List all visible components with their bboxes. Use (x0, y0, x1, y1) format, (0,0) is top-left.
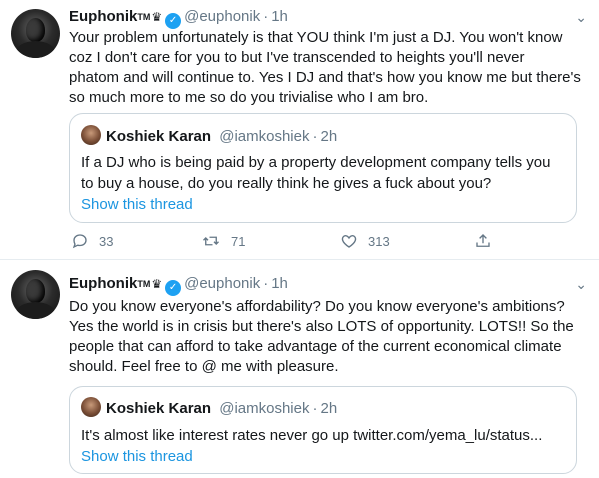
tweet-text-line: phatom and will continue to. Yes I DJ an… (69, 69, 581, 86)
quoted-tweet-text: It's almost like interest rates never go… (81, 425, 542, 446)
tweet-text-line: should. Feel free to @ me with pleasure. (69, 358, 339, 375)
retweet-count: 71 (231, 234, 246, 249)
tweet-text-line: Yes the world is in crisis but there's a… (69, 318, 574, 335)
reply-count: 33 (99, 234, 114, 249)
show-thread-link[interactable]: Show this thread (81, 196, 193, 213)
timestamp[interactable]: 1h (271, 275, 288, 292)
tweet-actions: 33 71 313 (69, 232, 577, 252)
avatar[interactable] (11, 270, 60, 319)
reply-icon (72, 234, 87, 249)
quoted-author-name: Koshiek Karan (106, 400, 212, 417)
avatar[interactable] (11, 9, 60, 58)
heart-icon (341, 235, 357, 248)
tweet-text: Do you know everyone's affordability? Do… (69, 297, 587, 377)
trademark-mark: TM (137, 279, 151, 289)
quoted-tweet[interactable]: Koshiek Karan @iamkoshiek · 2h If a DJ who… (69, 113, 577, 223)
crown-icon: ♛ (151, 10, 163, 24)
separator-dot: · (263, 8, 269, 25)
crown-icon: ♛ (151, 277, 163, 291)
tweet-header: EuphonikTM♛ ✓ @euphonik · 1h ⌄ (69, 7, 587, 29)
quoted-timestamp: 2h (320, 400, 338, 417)
share-button[interactable] (474, 232, 492, 252)
quoted-author-handle: @iamkoshiek (219, 400, 310, 417)
verified-badge-icon: ✓ (165, 13, 182, 29)
tweet-text-line: people that can afford to take advantage… (69, 338, 562, 355)
timestamp[interactable]: 1h (271, 8, 288, 25)
tweet-text-line: coz I don't care for you to but I've tra… (69, 49, 525, 66)
trademark-mark: TM (137, 12, 151, 22)
author-name[interactable]: Euphonik (69, 275, 137, 292)
reply-button[interactable]: 33 (71, 232, 113, 252)
chevron-down-icon[interactable]: ⌄ (575, 274, 587, 294)
quoted-tweet-header: Koshiek Karan @iamkoshiek · 2h (81, 125, 337, 145)
retweet-button[interactable]: 71 (201, 232, 245, 252)
tweet[interactable]: EuphonikTM♛ ✓ @euphonik · 1h ⌄ Do you know e… (0, 260, 599, 478)
separator-dot: · (312, 128, 318, 145)
quoted-author-name: Koshiek Karan (106, 128, 212, 145)
tweet-text-line: Your problem unfortunately is that YOU t… (69, 29, 563, 46)
chevron-down-icon[interactable]: ⌄ (575, 7, 587, 27)
tweet[interactable]: EuphonikTM♛ ✓ @euphonik · 1h ⌄ Your problem … (0, 0, 599, 260)
author-handle[interactable]: @euphonik (184, 275, 260, 292)
quoted-timestamp: 2h (320, 128, 338, 145)
separator-dot: · (263, 275, 269, 292)
tweet-header: EuphonikTM♛ ✓ @euphonik · 1h ⌄ (69, 274, 587, 296)
tweet-text: Your problem unfortunately is that YOU t… (69, 28, 587, 108)
like-button[interactable]: 313 (340, 232, 390, 252)
show-thread-link[interactable]: Show this thread (81, 448, 193, 465)
quoted-text-line: If a DJ who is being paid by a property … (81, 154, 551, 171)
like-count: 313 (368, 234, 390, 249)
verified-badge-icon: ✓ (165, 280, 182, 296)
author-name[interactable]: Euphonik (69, 8, 137, 25)
author-handle[interactable]: @euphonik (184, 8, 260, 25)
quoted-tweet[interactable]: Koshiek Karan @iamkoshiek · 2h It's almost… (69, 386, 577, 474)
tweet-text-line: Do you know everyone's affordability? Do… (69, 298, 565, 315)
separator-dot: · (312, 400, 318, 417)
tweet-text-line: so much more to me so do you trivialise … (69, 89, 429, 106)
quoted-avatar (81, 397, 101, 417)
quoted-text-line: to buy a house, do you really think he g… (81, 175, 492, 192)
quoted-tweet-text: If a DJ who is being paid by a property … (81, 152, 550, 194)
quoted-avatar (81, 125, 101, 145)
share-icon (476, 234, 490, 247)
retweet-icon (203, 236, 219, 246)
quoted-text-line: It's almost like interest rates never go… (81, 427, 543, 444)
quoted-tweet-header: Koshiek Karan @iamkoshiek · 2h (81, 397, 337, 417)
quoted-author-handle: @iamkoshiek (219, 128, 310, 145)
